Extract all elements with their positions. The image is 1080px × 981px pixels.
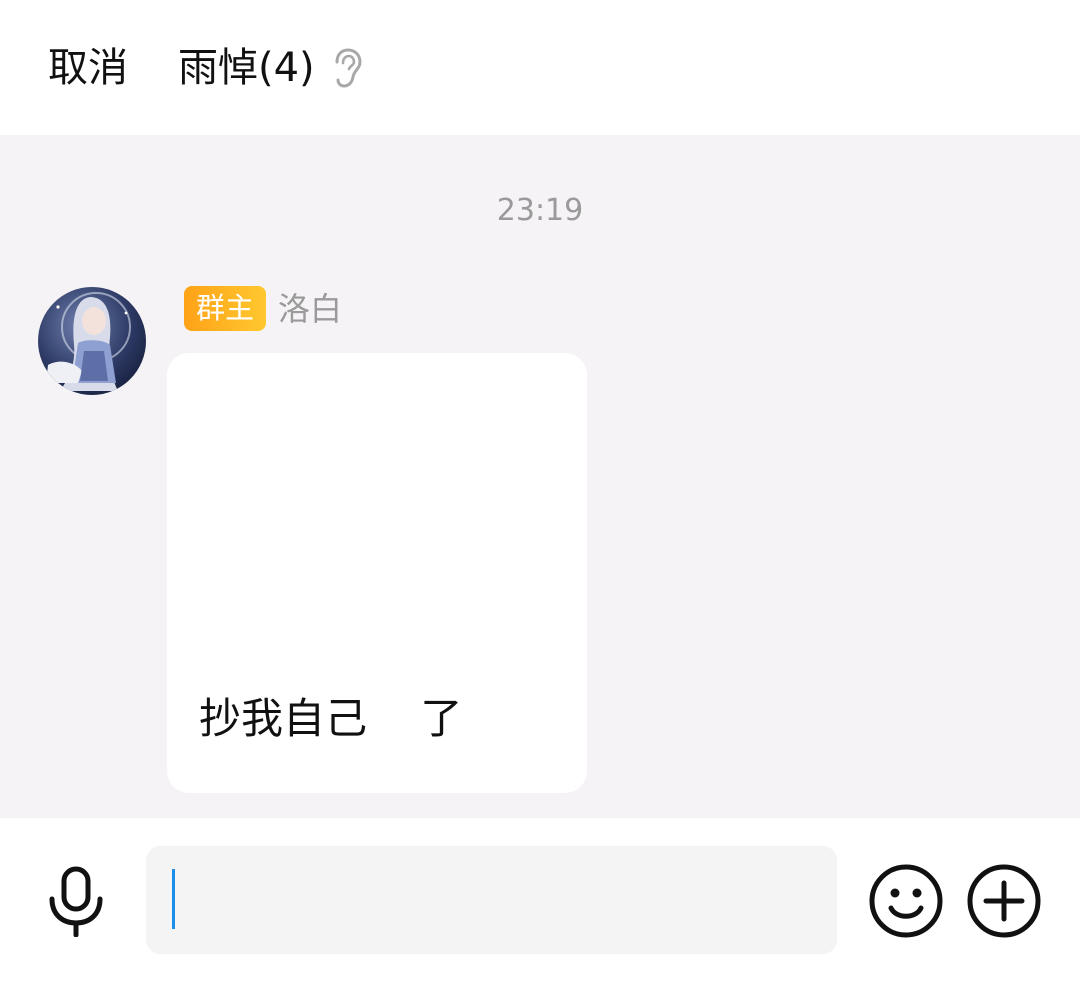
sender-name[interactable]: 洛白 <box>278 288 342 330</box>
message-text: 抄我自己 了 <box>199 694 463 743</box>
smiley-icon[interactable] <box>868 863 944 939</box>
message-image[interactable] <box>197 383 557 673</box>
message-input[interactable] <box>146 846 837 954</box>
cancel-button[interactable]: 取消 <box>48 42 128 94</box>
text-caret <box>172 869 175 929</box>
message-list[interactable]: 23:19 群主 洛白 抄我自己 了 <box>0 135 1080 818</box>
message-timestamp: 23:19 <box>496 193 584 228</box>
group-owner-badge: 群主 <box>184 286 267 331</box>
anime-girl-avatar-icon <box>38 287 146 395</box>
microphone-icon[interactable] <box>44 865 108 937</box>
plus-circle-icon[interactable] <box>966 863 1042 939</box>
top-bar: 取消 雨悼(4) <box>0 0 1080 135</box>
input-bar <box>0 818 1080 981</box>
chat-title: 雨悼(4) <box>178 45 315 91</box>
ear-icon[interactable] <box>328 46 364 90</box>
avatar[interactable] <box>38 287 146 395</box>
message-bubble[interactable]: 抄我自己 了 <box>167 353 587 793</box>
